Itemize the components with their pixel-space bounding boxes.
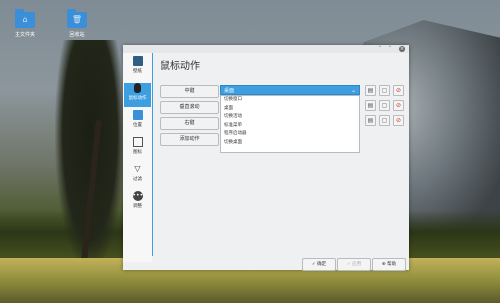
sidebar-item-label: 位置 (133, 123, 142, 128)
sidebar-divider (152, 53, 153, 256)
row-tools: ▤ ▢ ⊘ (365, 115, 405, 126)
sidebar-item-location[interactable]: 位置 (124, 110, 151, 134)
sidebar-item-label: 过滤 (133, 177, 142, 182)
sidebar-item-tweaks[interactable]: ••• 调整 (124, 191, 151, 215)
maximize-icon[interactable]: ˄ (387, 46, 393, 52)
about-icon[interactable]: ▢ (379, 115, 390, 126)
close-icon[interactable]: × (399, 46, 405, 52)
folder-icon (132, 110, 143, 120)
sidebar-item-wallpaper[interactable]: 壁纸 (124, 56, 151, 80)
about-icon[interactable]: ▢ (379, 85, 390, 96)
apply-button[interactable]: ✓ 应用 (337, 258, 371, 271)
minimize-icon[interactable]: ˅ (377, 46, 383, 52)
sidebar-item-label: 鼠标动作 (128, 96, 147, 101)
trash-icon: 🗑 (67, 9, 87, 28)
dropdown-option[interactable]: 切换活动 (221, 113, 359, 122)
row-tools: ▤ ▢ ⊘ (365, 85, 405, 96)
dropdown-option[interactable]: 切换桌面 (221, 139, 359, 148)
remove-icon[interactable]: ⊘ (393, 100, 404, 111)
wallpaper-tree (55, 40, 125, 270)
row-tools: ▤ ▢ ⊘ (365, 100, 405, 111)
remove-icon[interactable]: ⊘ (393, 115, 404, 126)
action-middle-button[interactable]: 中键 (160, 85, 219, 98)
tweaks-icon: ••• (132, 191, 144, 201)
filter-icon: ▽ (134, 164, 141, 173)
icons-icon (132, 137, 143, 147)
dropdown-selected-value: 桌面 (224, 88, 235, 94)
configure-icon[interactable]: ▤ (365, 115, 376, 126)
sidebar: 壁纸 鼠标动作 位置 图标 ▽ 过滤 ••• 调整 (123, 53, 153, 262)
help-label: 帮助 (387, 262, 397, 267)
configure-icon[interactable]: ▤ (365, 100, 376, 111)
desktop-icon-home[interactable]: ⌂ 主文件夹 (5, 9, 45, 38)
ok-label: 确定 (317, 262, 327, 267)
desktop-settings-window: ˅ ˄ × 壁纸 鼠标动作 位置 图标 ▽ 过滤 ••• 调整 鼠标动作 中键 … (123, 45, 409, 271)
ok-button[interactable]: ✓ 确定 (302, 258, 336, 271)
help-button[interactable]: ⊕ 帮助 (372, 258, 406, 271)
dropdown-options: 切换窗口 桌面 切换活动 标准菜单 程序启动器 切换桌面 (220, 95, 360, 153)
dropdown-option[interactable]: 切换窗口 (221, 96, 359, 105)
action-vertical-scroll[interactable]: 垂直滚动 (160, 101, 219, 114)
sidebar-item-filter[interactable]: ▽ 过滤 (124, 164, 151, 188)
configure-icon[interactable]: ▤ (365, 85, 376, 96)
sidebar-item-mouse[interactable]: 鼠标动作 (124, 83, 151, 107)
dropdown-option[interactable]: 桌面 (221, 105, 359, 114)
mouse-icon (134, 83, 141, 93)
page-title: 鼠标动作 (160, 61, 200, 72)
action-right-button[interactable]: 右键 (160, 117, 219, 130)
wallpaper-icon (132, 56, 143, 66)
desktop-icon-label: 主文件夹 (14, 32, 35, 38)
add-action-button[interactable]: 添加动作 (160, 133, 219, 146)
title-bar[interactable]: ˅ ˄ × (123, 45, 409, 53)
dropdown-option[interactable]: 标准菜单 (221, 122, 359, 131)
about-icon[interactable]: ▢ (379, 100, 390, 111)
sidebar-item-label: 图标 (133, 150, 142, 155)
home-icon: ⌂ (15, 9, 35, 28)
remove-icon[interactable]: ⊘ (393, 85, 404, 96)
sidebar-item-icons[interactable]: 图标 (124, 137, 151, 161)
sidebar-item-label: 调整 (133, 204, 142, 209)
footer-bar: ✓ 确定 ✓ 应用 ⊕ 帮助 (152, 256, 409, 271)
action-button-list: 中键 垂直滚动 右键 添加动作 (160, 85, 219, 149)
action-dropdown[interactable]: 桌面 ⌄ (220, 85, 360, 95)
dropdown-option[interactable]: 程序启动器 (221, 130, 359, 139)
desktop-icon-trash[interactable]: 🗑 回收站 (57, 9, 97, 38)
sidebar-item-label: 壁纸 (133, 69, 142, 74)
desktop-icon-label: 回收站 (69, 32, 85, 38)
apply-label: 应用 (352, 262, 362, 267)
